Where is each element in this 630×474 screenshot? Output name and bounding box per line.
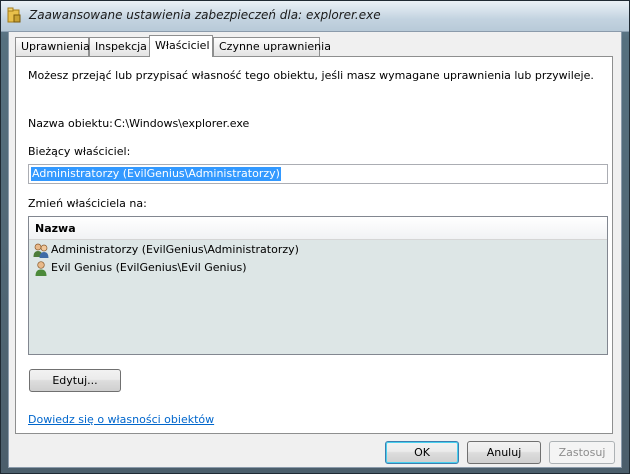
change-owner-label: Zmień właściciela na: — [28, 197, 147, 210]
column-header-name[interactable]: Nazwa — [29, 217, 607, 240]
user-icon — [35, 261, 47, 276]
tab-auditing[interactable]: Inspekcja — [89, 37, 151, 56]
help-link-ownership[interactable]: Dowiedz się o własności obiektów — [28, 413, 214, 426]
owner-panel: Możesz przejąć lub przypisać własność te… — [15, 56, 613, 434]
object-name-value: C:\Windows\explorer.exe — [114, 117, 250, 130]
cancel-button[interactable]: Anuluj — [467, 441, 541, 464]
title-bar[interactable]: Zaawansowane ustawienia zabezpieczeń dla… — [1, 1, 629, 32]
ok-button[interactable]: OK — [385, 441, 459, 464]
list-item-evil-genius[interactable]: Evil Genius (EvilGenius\Evil Genius) — [33, 259, 603, 277]
tab-owner[interactable]: Właściciel — [149, 35, 213, 57]
dialog-client-area: Uprawnienia Inspekcja Właściciel Czynne … — [8, 31, 622, 468]
folder-lock-icon — [7, 7, 21, 23]
security-dialog-window: Zaawansowane ustawienia zabezpieczeń dla… — [0, 0, 630, 474]
current-owner-field[interactable]: Administratorzy (EvilGenius\Administrato… — [28, 164, 608, 184]
apply-button[interactable]: Zastosuj — [549, 441, 615, 464]
current-owner-value[interactable]: Administratorzy (EvilGenius\Administrato… — [31, 167, 281, 181]
current-owner-label: Bieżący właściciel: — [28, 145, 131, 158]
user-group-icon — [33, 243, 49, 258]
list-item-label: Administratorzy (EvilGenius\Administrato… — [51, 243, 299, 256]
tab-effective-permissions[interactable]: Czynne uprawnienia — [213, 37, 331, 56]
list-item-administrators[interactable]: Administratorzy (EvilGenius\Administrato… — [33, 241, 603, 259]
list-item-label: Evil Genius (EvilGenius\Evil Genius) — [51, 261, 247, 274]
edit-button[interactable]: Edytuj... — [29, 369, 121, 392]
owner-candidates-list[interactable]: Nazwa Administratorzy (EvilGenius\Admini… — [28, 216, 608, 355]
column-header-label: Nazwa — [35, 222, 76, 235]
panel-description: Możesz przejąć lub przypisać własność te… — [28, 69, 594, 82]
object-name-label: Nazwa obiektu: — [28, 117, 113, 130]
tab-permissions[interactable]: Uprawnienia — [15, 37, 90, 56]
window-title: Zaawansowane ustawienia zabezpieczeń dla… — [29, 8, 381, 22]
